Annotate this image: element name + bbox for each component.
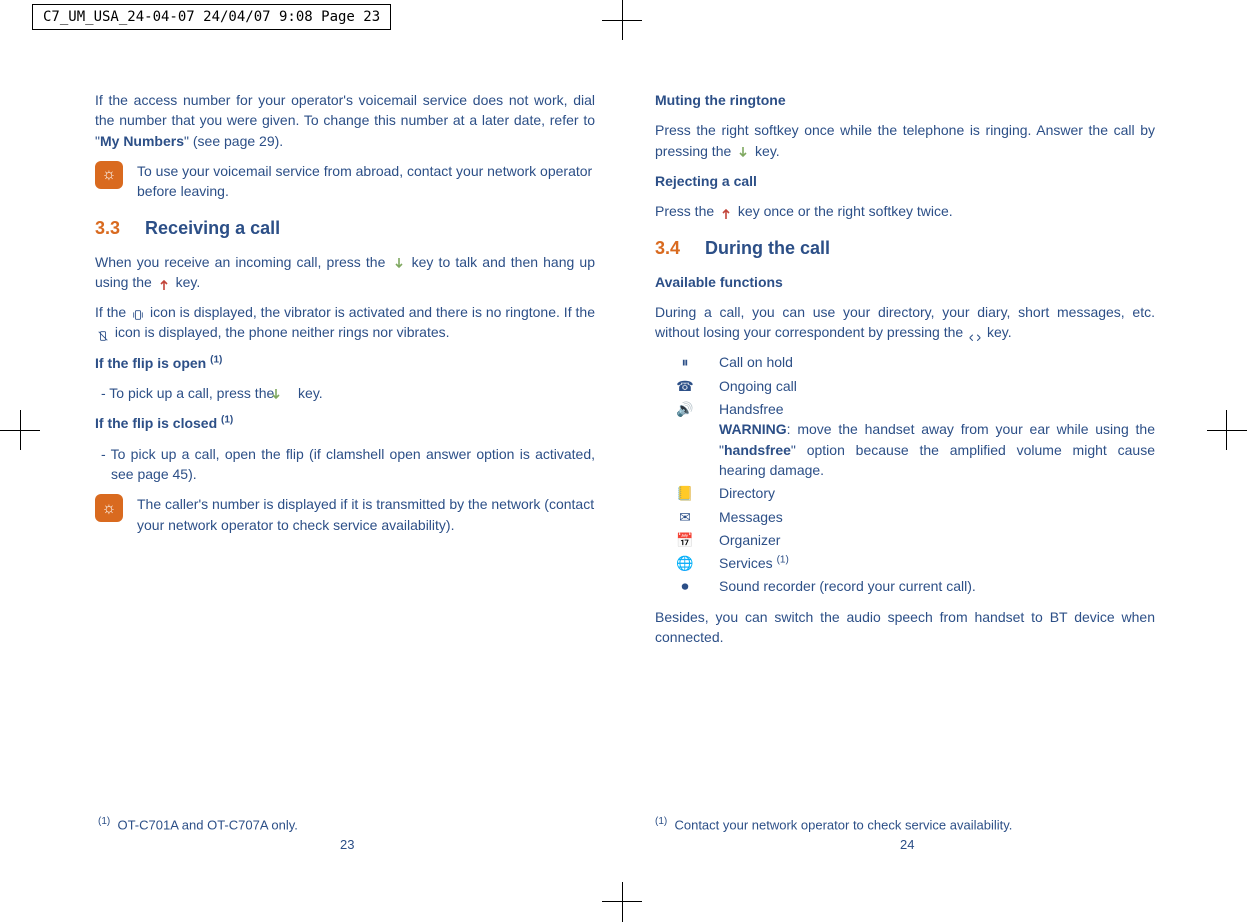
- text: key once or the right softkey twice.: [734, 203, 953, 219]
- function-row: ✉ Messages: [655, 507, 1155, 527]
- lightbulb-icon: ☼: [95, 494, 123, 522]
- page-number-right: 24: [900, 837, 914, 852]
- hangup-key-icon: [720, 205, 732, 219]
- call-key-icon: [737, 145, 749, 159]
- available-functions-heading: Available functions: [655, 272, 1155, 292]
- function-row: 📒 Directory: [655, 483, 1155, 503]
- function-label: Organizer: [719, 530, 1155, 550]
- call-key-icon: [280, 387, 292, 401]
- text: During a call, you can use your director…: [655, 304, 1155, 340]
- text: icon is displayed, the phone neither rin…: [111, 324, 450, 340]
- text: Handsfree: [719, 401, 784, 417]
- footnote-marker: (1): [777, 554, 789, 565]
- text: Services: [719, 555, 777, 571]
- muting-heading: Muting the ringtone: [655, 90, 1155, 110]
- footnote-marker: (1): [655, 816, 667, 827]
- text: " (see page 29).: [184, 133, 283, 149]
- section-heading-3-4: 3.4 During the call: [655, 235, 1155, 261]
- ongoing-call-icon: ☎: [675, 376, 695, 396]
- services-icon: 🌐: [675, 553, 695, 573]
- recorder-icon: ⏺: [675, 576, 695, 596]
- function-row: ⏺ Sound recorder (record your current ca…: [655, 576, 1155, 596]
- footnote-text: Contact your network operator to check s…: [674, 817, 1012, 832]
- text: If the: [95, 304, 130, 320]
- list-item: - To pick up a call, press the key.: [95, 383, 595, 403]
- section-title: During the call: [705, 238, 830, 258]
- handsfree-icon: 🔊: [675, 399, 695, 480]
- call-hold-icon: ⏸: [675, 352, 695, 372]
- text: key.: [294, 385, 323, 401]
- footnote-text: OT-C701A and OT-C707A only.: [117, 817, 297, 832]
- function-row: 🔊 Handsfree WARNING: move the handset aw…: [655, 399, 1155, 480]
- my-numbers-label: My Numbers: [100, 133, 184, 149]
- left-right-key-icon: [969, 326, 981, 340]
- silent-icon: [97, 327, 109, 341]
- flip-closed-heading: If the flip is closed (1): [95, 413, 595, 433]
- function-label: Directory: [719, 483, 1155, 503]
- text: handsfree: [724, 442, 791, 458]
- section-heading-3-3: 3.3 Receiving a call: [95, 215, 595, 241]
- section-title: Receiving a call: [145, 218, 280, 238]
- vibrate-icon: [132, 306, 144, 320]
- tip-box: ☼ To use your voicemail service from abr…: [95, 161, 595, 202]
- function-label: Services (1): [719, 553, 1155, 573]
- footnote-marker: (1): [221, 415, 233, 426]
- footnote-marker: (1): [98, 816, 110, 827]
- paragraph: Press the right softkey once while the t…: [655, 120, 1155, 161]
- organizer-icon: 📅: [675, 530, 695, 550]
- function-label: Sound recorder (record your current call…: [719, 576, 1155, 596]
- paragraph: Press the key once or the right softkey …: [655, 201, 1155, 221]
- messages-icon: ✉: [675, 507, 695, 527]
- function-row: ⏸ Call on hold: [655, 352, 1155, 372]
- flip-open-heading: If the flip is open (1): [95, 353, 595, 373]
- function-label: Messages: [719, 507, 1155, 527]
- text: icon is displayed, the vibrator is activ…: [146, 304, 595, 320]
- function-label: Call on hold: [719, 352, 1155, 372]
- crop-mark: [602, 901, 642, 902]
- warning-label: WARNING: [719, 421, 787, 437]
- text: When you receive an incoming call, press…: [95, 254, 391, 270]
- rejecting-heading: Rejecting a call: [655, 171, 1155, 191]
- paragraph: When you receive an incoming call, press…: [95, 252, 595, 293]
- paragraph: During a call, you can use your director…: [655, 302, 1155, 343]
- text: key.: [751, 143, 780, 159]
- section-number: 3.4: [655, 238, 680, 258]
- print-header: C7_UM_USA_24-04-07 24/04/07 9:08 Page 23: [32, 4, 391, 30]
- text: Press the right softkey once while the t…: [655, 122, 1155, 158]
- footnote-right: (1) Contact your network operator to che…: [655, 816, 1155, 832]
- call-key-icon: [393, 256, 405, 270]
- crop-mark: [1207, 430, 1247, 432]
- text: Press the: [655, 203, 718, 219]
- page-number-left: 23: [340, 837, 354, 852]
- text: key.: [172, 274, 201, 290]
- paragraph: Besides, you can switch the audio speech…: [655, 607, 1155, 648]
- crop-mark: [1226, 410, 1227, 450]
- tip-box: ☼ The caller's number is displayed if it…: [95, 494, 595, 535]
- intro-paragraph: If the access number for your operator's…: [95, 90, 595, 151]
- page-left: If the access number for your operator's…: [95, 90, 595, 657]
- section-number: 3.3: [95, 218, 120, 238]
- tip-text: The caller's number is displayed if it i…: [137, 494, 595, 535]
- tip-text: To use your voicemail service from abroa…: [137, 161, 595, 202]
- text: If the flip is closed: [95, 415, 221, 431]
- text: - To pick up a call, press the: [101, 385, 278, 401]
- footnote-left: (1) OT-C701A and OT-C707A only.: [98, 816, 598, 832]
- function-row: 📅 Organizer: [655, 530, 1155, 550]
- function-label: Handsfree WARNING: move the handset away…: [719, 399, 1155, 480]
- text: key.: [983, 324, 1012, 340]
- crop-mark: [20, 410, 21, 450]
- list-item: - To pick up a call, open the flip (if c…: [95, 444, 595, 485]
- paragraph: If the icon is displayed, the vibrator i…: [95, 302, 595, 343]
- function-row: 🌐 Services (1): [655, 553, 1155, 573]
- footnote-marker: (1): [210, 354, 222, 365]
- hangup-key-icon: [158, 276, 170, 290]
- text: If the flip is open: [95, 355, 210, 371]
- directory-icon: 📒: [675, 483, 695, 503]
- crop-mark: [622, 882, 624, 922]
- function-label: Ongoing call: [719, 376, 1155, 396]
- crop-mark: [602, 20, 642, 21]
- lightbulb-icon: ☼: [95, 161, 123, 189]
- page-right: Muting the ringtone Press the right soft…: [655, 90, 1155, 657]
- function-row: ☎ Ongoing call: [655, 376, 1155, 396]
